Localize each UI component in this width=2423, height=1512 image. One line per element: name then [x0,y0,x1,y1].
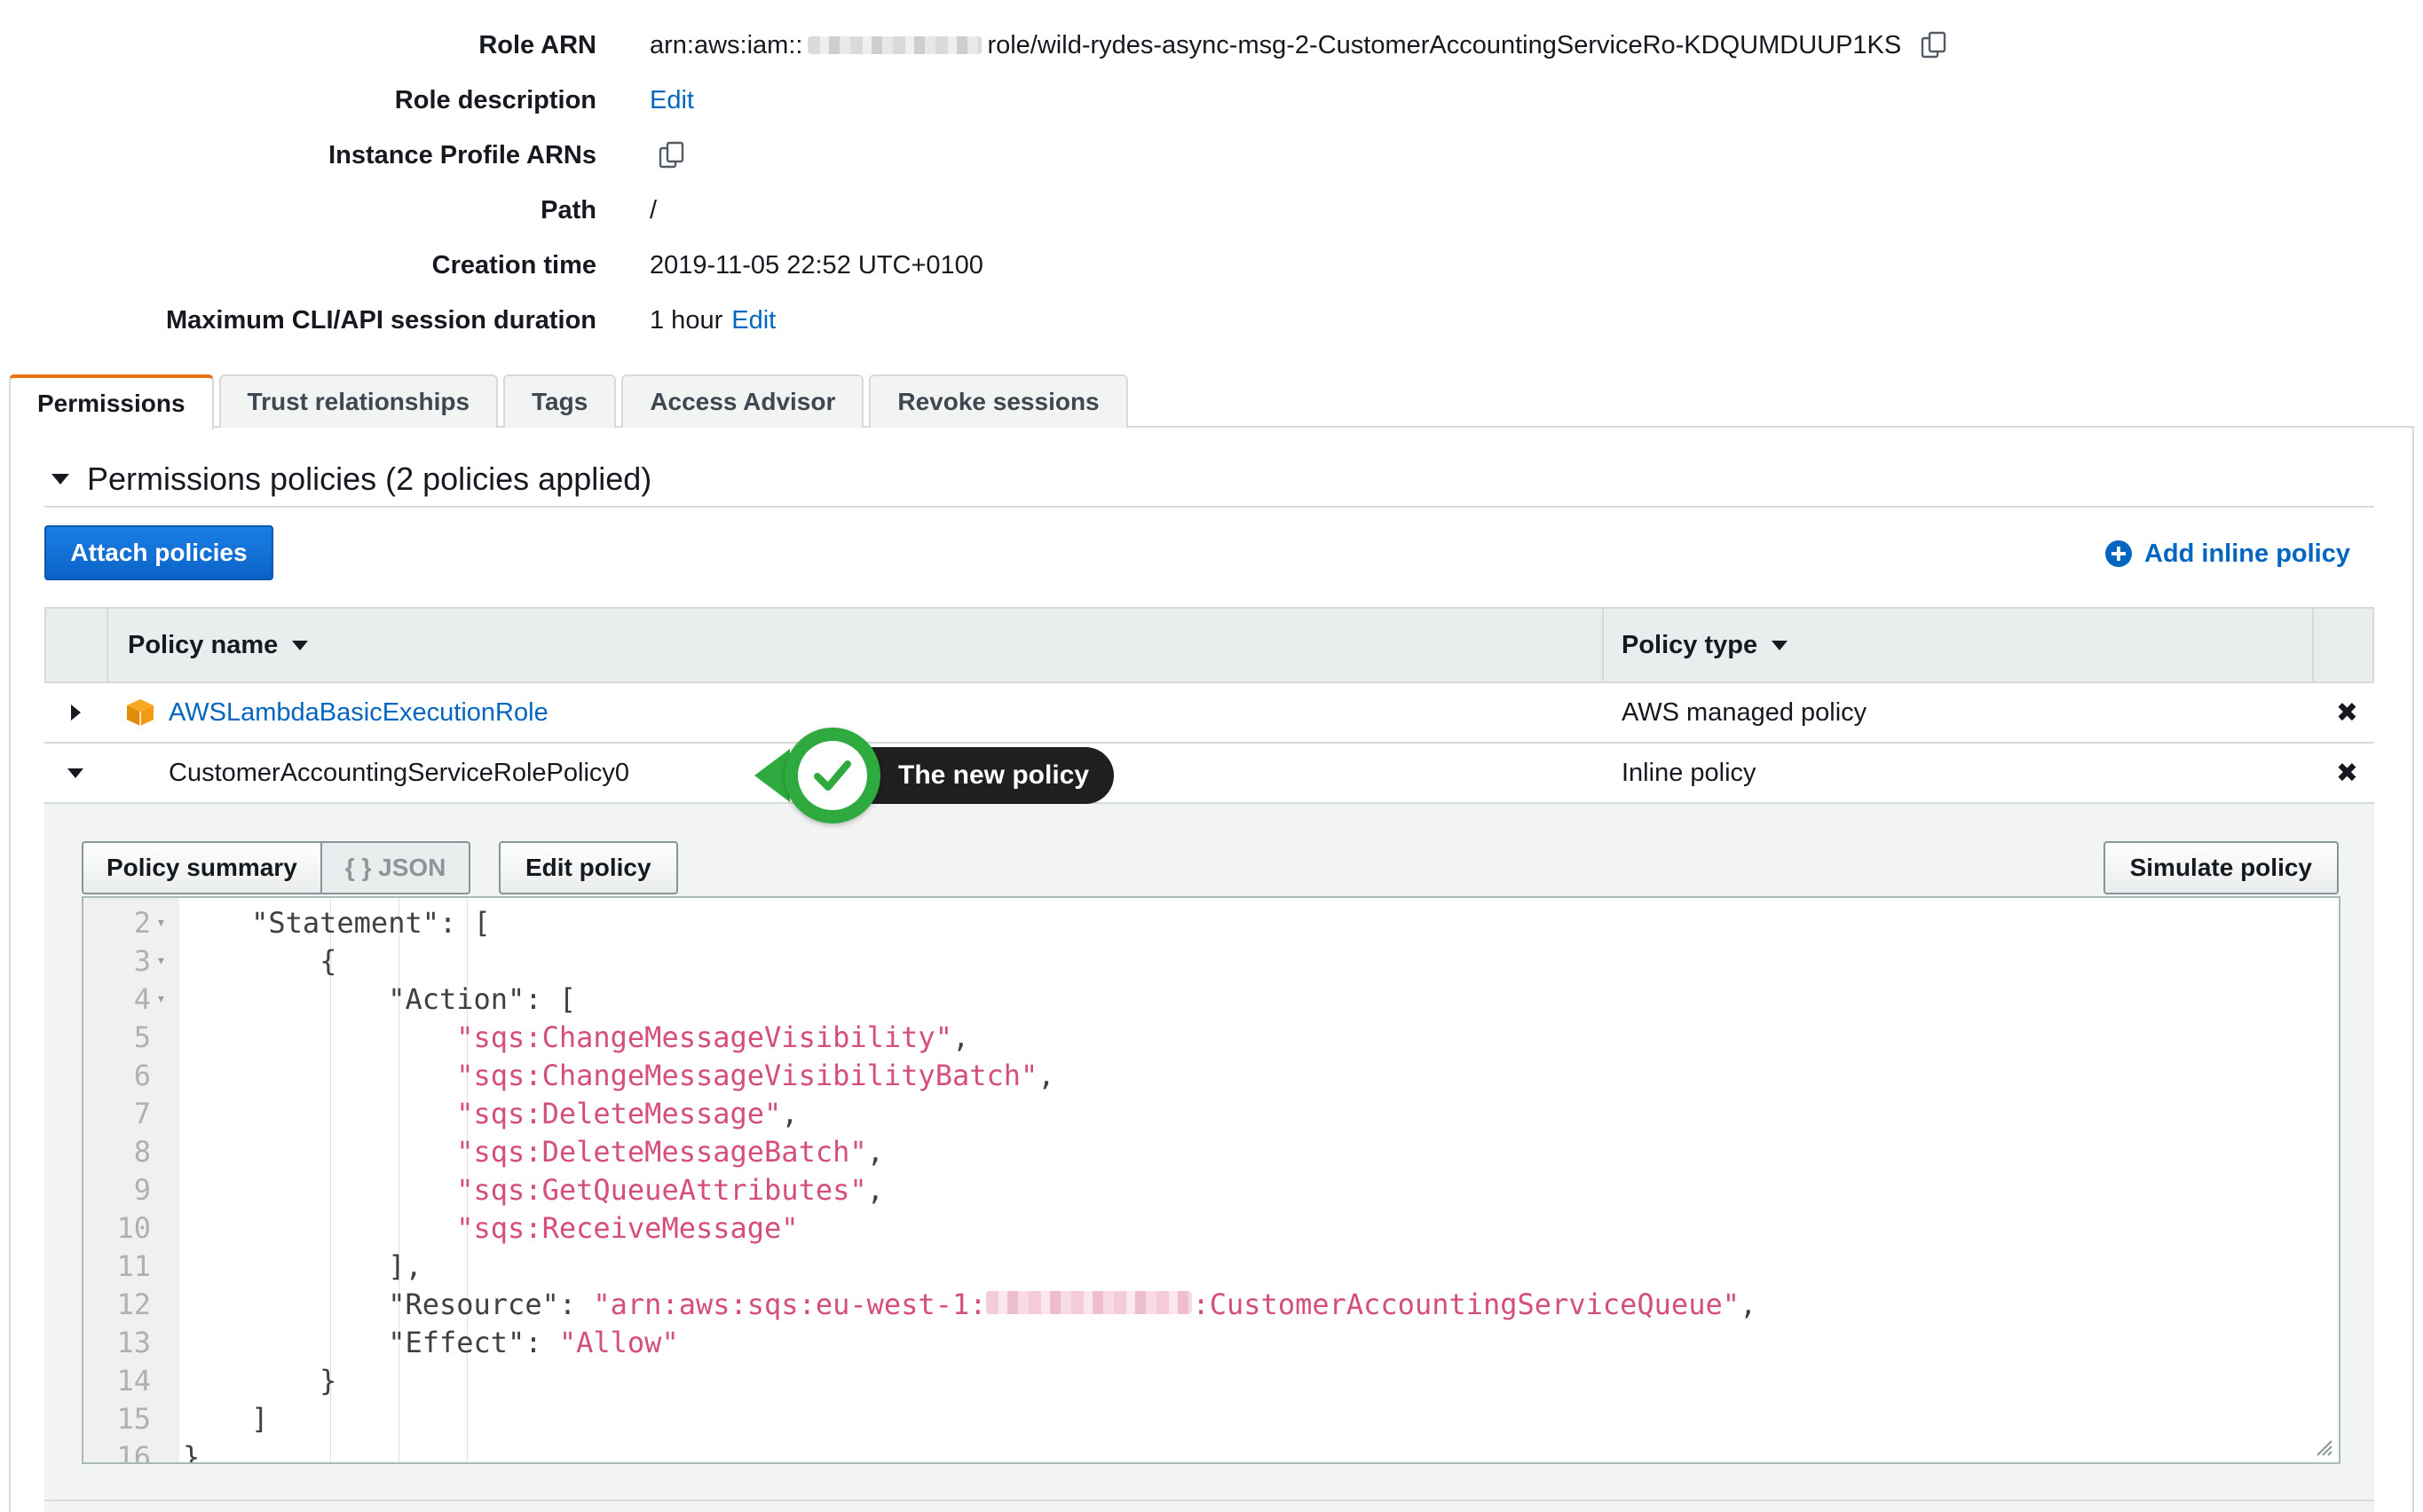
tab-permissions[interactable]: Permissions [9,374,214,429]
permissions-heading-text: Permissions policies (2 policies applied… [87,461,652,497]
edit-session-duration-link[interactable]: Edit [731,306,776,335]
summary-row-instance-profile: Instance Profile ARNs [0,128,2423,183]
table-row: AWSLambdaBasicExecutionRole AWS managed … [44,683,2374,744]
fold-arrow-icon: ▾ [156,913,166,932]
role-arn-label: Role ARN [478,30,596,59]
policy-type-cell: AWS managed policy [1622,697,1867,727]
callout-label: The new policy [863,747,1115,804]
json-tab[interactable]: { } JSON [321,841,471,894]
code-line: 9 "sqs:GetQueueAttributes", [133,1172,884,1207]
role-arn-suffix: role/wild-rydes-async-msg-2-CustomerAcco… [987,30,1902,59]
code-line: 8 "sqs:DeleteMessageBatch", [133,1134,884,1169]
code-line: 3 ▾ { [133,943,337,978]
code-lines: 2 ▾ "Statement": [ 3 ▾ { 4 ▾ "Action": [ 5 … [83,903,2339,1464]
checkmark-icon [814,760,851,791]
aws-managed-policy-icon [127,699,154,726]
plus-circle-icon [2104,540,2132,567]
policy-json-editor[interactable]: 2 ▾ "Statement": [ 3 ▾ { 4 ▾ "Action": [ 5 … [82,896,2340,1464]
code-line: 13 "Effect": "Allow" [116,1325,679,1359]
policy-link-awslambdabasicexecutionrole[interactable]: AWSLambdaBasicExecutionRole [169,698,549,728]
tab-trust-relationships[interactable]: Trust relationships [218,374,499,428]
creation-time-label: Creation time [431,250,596,280]
copy-icon[interactable] [657,140,687,170]
fold-arrow-icon: ▾ [156,951,166,970]
add-inline-policy-link[interactable]: Add inline policy [2104,534,2350,573]
code-line: 7 "sqs:DeleteMessage", [133,1096,799,1130]
permissions-policies-heading[interactable]: Permissions policies (2 policies applied… [44,453,2374,508]
section-divider [44,1500,2374,1501]
summary-row-role-arn: Role ARN arn:aws:iam:: role/wild-rydes-a… [0,18,2423,73]
path-value: / [650,195,658,224]
code-line: 11 ], [116,1248,422,1283]
summary-row-path: Path / [0,183,2423,238]
max-session-label: Maximum CLI/API session duration [165,305,596,335]
code-line: 5 "sqs:ChangeMessageVisibility", [133,1020,970,1054]
code-line: 14 } [116,1363,337,1398]
role-tabs: Permissions Trust relationships Tags Acc… [9,374,1128,429]
tab-revoke-sessions[interactable]: Revoke sessions [869,374,1128,428]
column-header-policy-name[interactable]: Policy name [108,609,1604,681]
collapse-caret-icon [51,474,69,484]
redacted-account-id [808,36,983,54]
fold-arrow-icon: ▾ [156,989,166,1008]
max-session-value: 1 hour [650,305,723,335]
instance-profile-label: Instance Profile ARNs [328,140,596,169]
caret-down-icon [67,768,83,778]
policy-view-toggle: Policy summary { } JSON [82,841,471,894]
code-line: 6 "sqs:ChangeMessageVisibilityBatch", [133,1058,1055,1092]
policy-type-header-label: Policy type [1622,630,1758,659]
sort-caret-icon [1772,640,1788,650]
sort-caret-icon [292,640,309,650]
collapse-row-toggle[interactable] [44,744,107,802]
path-label: Path [541,195,596,224]
edit-description-link[interactable]: Edit [650,86,694,115]
column-header-policy-type[interactable]: Policy type [1604,609,2314,681]
remove-policy-button[interactable]: ✖ [2312,697,2374,728]
summary-row-role-description: Role description Edit [0,73,2423,128]
caret-right-icon [70,705,81,721]
table-header: Policy name Policy type [44,607,2374,683]
simulate-policy-button[interactable]: Simulate policy [2103,841,2339,894]
policy-type-cell: Inline policy [1622,758,1756,787]
code-line: 15 ] [116,1401,269,1436]
code-line: 2 ▾ "Statement": [ [133,905,491,940]
policies-table: Policy name Policy type AWSLambdaBasicEx… [44,607,2374,804]
tab-access-advisor[interactable]: Access Advisor [621,374,864,428]
resize-handle-icon[interactable] [2314,1437,2333,1457]
role-description-label: Role description [394,85,596,114]
table-row: CustomerAccountingServiceRolePolicy0 Inl… [44,744,2374,804]
policy-summary-tab[interactable]: Policy summary [82,841,322,894]
remove-policy-button[interactable]: ✖ [2312,758,2374,789]
redacted-account-id [986,1290,1193,1314]
attach-policies-button[interactable]: Attach policies [44,525,273,580]
summary-row-creation-time: Creation time 2019-11-05 22:52 UTC+0100 [0,238,2423,293]
role-arn-prefix: arn:aws:iam:: [650,30,803,59]
add-inline-policy-label: Add inline policy [2143,539,2350,568]
tab-tags[interactable]: Tags [503,374,617,428]
header-actions-column [2314,609,2372,681]
expand-row-toggle[interactable] [44,683,107,742]
policy-name-customeraccountingservicerolepolicy0: CustomerAccountingServiceRolePolicy0 [169,758,630,787]
header-expand-column [46,609,108,681]
creation-time-value: 2019-11-05 22:52 UTC+0100 [650,250,983,280]
edit-policy-button[interactable]: Edit policy [499,841,678,894]
code-line: 16} [116,1439,201,1464]
code-line: 4 ▾ "Action": [ [133,981,577,1016]
code-line: 10 "sqs:ReceiveMessage" [116,1210,799,1245]
summary-row-max-session: Maximum CLI/API session duration 1 hour … [0,293,2423,348]
policy-name-header-label: Policy name [128,630,279,659]
callout-badge [785,728,880,823]
code-line: 12 "Resource": "arn:aws:sqs:eu-west-1::C… [116,1287,1757,1321]
role-arn-value: arn:aws:iam:: role/wild-rydes-async-msg-… [650,30,1949,60]
copy-icon[interactable] [1919,30,1949,60]
